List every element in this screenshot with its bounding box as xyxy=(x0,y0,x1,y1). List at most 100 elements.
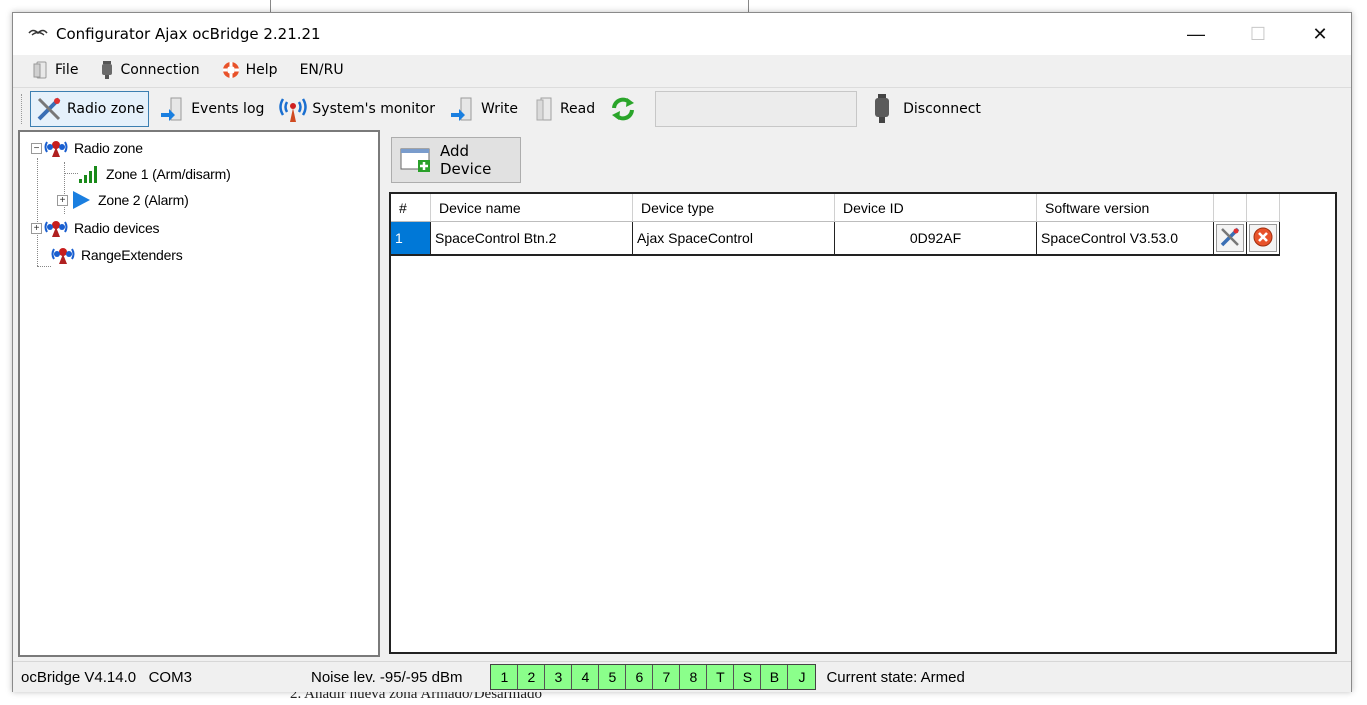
table-row[interactable]: 1 SpaceControl Btn.2 Ajax SpaceControl 0… xyxy=(391,222,1280,256)
cell-number[interactable]: 1 xyxy=(391,222,431,256)
radio-tower-icon xyxy=(51,246,75,264)
systems-monitor-label: System's monitor xyxy=(312,100,435,117)
edit-device-button[interactable] xyxy=(1216,224,1244,252)
radio-zone-button[interactable]: Radio zone xyxy=(30,90,150,127)
table-header: # Device name Device type Device ID Soft… xyxy=(391,194,1280,222)
zone-indicators: 1 2 3 4 5 6 7 8 T S B J xyxy=(490,664,817,690)
menu-help-label: Help xyxy=(245,62,278,78)
tree-connector xyxy=(64,173,78,174)
events-log-label: Events log xyxy=(191,100,265,117)
menu-connection-label: Connection xyxy=(120,62,200,78)
add-device-button[interactable]: Add Device xyxy=(391,137,521,183)
write-button[interactable]: Write xyxy=(445,91,522,127)
zone-indicator: 5 xyxy=(599,665,627,689)
menu-file-label: File xyxy=(55,62,79,78)
cell-device-id[interactable]: 0D92AF xyxy=(835,222,1037,256)
disconnect-label: Disconnect xyxy=(903,100,981,117)
column-header-device-type[interactable]: Device type xyxy=(633,194,835,222)
cell-device-name[interactable]: SpaceControl Btn.2 xyxy=(431,222,633,256)
radio-tower-icon xyxy=(44,139,68,157)
window-title: Configurator Ajax ocBridge 2.21.21 xyxy=(56,25,321,43)
status-version: ocBridge V4.14.0 COM3 xyxy=(21,669,311,686)
signal-bars-icon xyxy=(78,164,100,184)
tree-item-radio-devices[interactable]: + Radio devices xyxy=(31,216,160,240)
tools-icon xyxy=(35,95,63,123)
lifebuoy-icon xyxy=(222,61,240,79)
document-arrow-icon xyxy=(159,95,187,123)
radio-tree: − Radio zone Zone 1 (Arm/disarm) + Zone … xyxy=(18,130,380,657)
read-button[interactable]: Read xyxy=(528,91,599,127)
toolbar-grip[interactable] xyxy=(21,93,24,124)
events-log-button[interactable]: Events log xyxy=(155,91,268,127)
menu-file[interactable]: File xyxy=(33,61,78,79)
device-panel: Add Device # Device name Device type Dev… xyxy=(383,130,1347,657)
delete-device-button[interactable] xyxy=(1249,224,1277,252)
menu-language[interactable]: EN/RU xyxy=(300,62,344,78)
tree-connector xyxy=(37,266,51,267)
bridge-version: ocBridge V4.14.0 xyxy=(21,668,137,686)
tree-label-radio-devices: Radio devices xyxy=(74,220,160,236)
systems-monitor-button[interactable]: System's monitor xyxy=(274,91,439,127)
column-header-software-version[interactable]: Software version xyxy=(1037,194,1214,222)
zone-indicator: 8 xyxy=(680,665,708,689)
write-label: Write xyxy=(480,100,518,117)
menu-language-label: EN/RU xyxy=(299,62,344,78)
title-bar[interactable]: Configurator Ajax ocBridge 2.21.21 — ☐ ✕ xyxy=(13,13,1351,55)
read-label: Read xyxy=(559,100,596,117)
file-icon xyxy=(33,61,49,79)
maximize-button[interactable]: ☐ xyxy=(1227,13,1289,55)
cell-software-version[interactable]: SpaceControl V3.53.0 xyxy=(1037,222,1214,256)
collapse-toggle[interactable]: − xyxy=(31,142,42,154)
tree-item-zone-2[interactable]: + Zone 2 (Alarm) xyxy=(57,188,189,212)
zone-indicator: 1 xyxy=(491,665,519,689)
add-window-icon xyxy=(400,146,434,174)
radio-tower-icon xyxy=(44,219,68,237)
tree-label-zone-2: Zone 2 (Alarm) xyxy=(98,192,189,208)
status-bar: ocBridge V4.14.0 COM3 Noise lev. -95/-95… xyxy=(13,661,1351,692)
expand-toggle[interactable]: + xyxy=(31,222,42,234)
toolbar: Radio zone Events log System's monitor W… xyxy=(13,87,1351,129)
tree-connector xyxy=(37,158,38,266)
noise-level: Noise lev. -95/-95 dBm xyxy=(311,668,463,686)
zone-indicator: T xyxy=(707,665,735,689)
column-header-device-name[interactable]: Device name xyxy=(431,194,633,222)
tree-label-range-extenders: RangeExtenders xyxy=(81,247,183,263)
cell-device-type[interactable]: Ajax SpaceControl xyxy=(633,222,835,256)
expand-toggle[interactable]: + xyxy=(57,194,68,206)
app-window: Configurator Ajax ocBridge 2.21.21 — ☐ ✕… xyxy=(12,12,1352,692)
column-header-edit xyxy=(1214,194,1247,222)
tree-label-radio-zone: Radio zone xyxy=(74,140,143,156)
refresh-button[interactable] xyxy=(605,91,645,127)
read-document-icon xyxy=(532,95,556,123)
connection-field[interactable] xyxy=(655,90,858,127)
tree-item-zone-1[interactable]: Zone 1 (Arm/disarm) xyxy=(78,162,231,186)
radio-zone-label: Radio zone xyxy=(67,100,145,117)
column-header-device-id[interactable]: Device ID xyxy=(835,194,1037,222)
zone-indicator: 3 xyxy=(545,665,573,689)
disconnect-button[interactable]: Disconnect xyxy=(867,91,985,127)
com-port: COM3 xyxy=(148,668,192,686)
cell-edit xyxy=(1214,222,1247,256)
cell-delete xyxy=(1247,222,1280,256)
refresh-icon xyxy=(609,95,637,123)
tree-item-radio-zone[interactable]: − Radio zone xyxy=(31,136,143,160)
add-device-label: Add Device xyxy=(440,142,492,178)
column-header-number[interactable]: # xyxy=(391,194,431,222)
close-button[interactable]: ✕ xyxy=(1289,13,1351,55)
current-state: Current state: Armed xyxy=(826,668,965,686)
app-icon xyxy=(28,27,50,42)
radio-antenna-icon xyxy=(278,95,308,123)
column-header-delete xyxy=(1247,194,1280,222)
menu-help[interactable]: Help xyxy=(222,61,278,79)
zone-indicator: 2 xyxy=(518,665,546,689)
zone-indicator: 7 xyxy=(653,665,681,689)
zone-indicator: S xyxy=(734,665,762,689)
write-document-icon xyxy=(449,95,477,123)
menu-connection[interactable]: Connection xyxy=(100,61,200,79)
menu-bar: File Connection Help EN/RU xyxy=(13,55,1351,85)
plug-icon xyxy=(100,61,114,79)
tree-item-range-extenders[interactable]: RangeExtenders xyxy=(51,243,183,267)
plug-icon xyxy=(871,93,893,124)
minimize-button[interactable]: — xyxy=(1165,13,1227,55)
device-table: # Device name Device type Device ID Soft… xyxy=(389,192,1337,654)
